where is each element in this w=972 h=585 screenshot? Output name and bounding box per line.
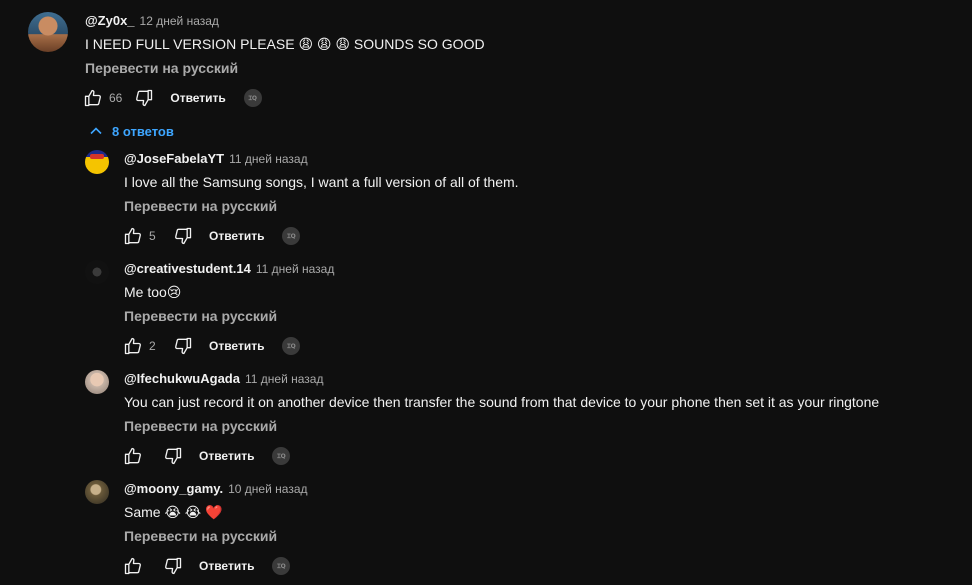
comments-section: @Zy0x_ 12 дней назад I NEED FULL VERSION…	[0, 0, 972, 585]
reply-button[interactable]: Ответить	[199, 559, 254, 573]
comment-actions: Ответить ꞮQ	[121, 444, 291, 468]
thumbs-down-icon[interactable]	[171, 224, 195, 248]
comment-author[interactable]: @IfechukwuAgada	[124, 371, 240, 386]
avatar[interactable]	[28, 12, 68, 52]
replies-count-label: 8 ответов	[112, 123, 174, 139]
comment-header: @moony_gamy. 10 дней назад	[124, 481, 308, 496]
translate-link[interactable]: Перевести на русский	[124, 528, 277, 544]
translate-link[interactable]: Перевести на русский	[124, 418, 277, 434]
thumbs-down-icon[interactable]	[132, 86, 156, 110]
comment-time[interactable]: 11 дней назад	[245, 372, 323, 386]
comment-actions: 66 Ответить ꞮQ	[81, 86, 262, 110]
like-count: 5	[149, 229, 156, 243]
comment-header: @IfechukwuAgada 11 дней назад	[124, 371, 323, 386]
avatar[interactable]	[85, 480, 109, 504]
comment-text: I NEED FULL VERSION PLEASE 😩 😩 😩 SOUNDS …	[85, 36, 485, 52]
translate-link[interactable]: Перевести на русский	[124, 198, 277, 214]
comment-header: @JoseFabelaYT 11 дней назад	[124, 151, 308, 166]
translate-link[interactable]: Перевести на русский	[85, 60, 238, 76]
avatar[interactable]	[85, 260, 109, 284]
comment-time[interactable]: 11 дней назад	[256, 262, 334, 276]
creator-badge-icon: ꞮQ	[282, 337, 301, 355]
thumbs-down-icon[interactable]	[171, 334, 195, 358]
comment-text: Me too😢	[124, 284, 182, 300]
creator-badge-icon: ꞮQ	[272, 447, 291, 465]
comment-time[interactable]: 12 дней назад	[140, 14, 219, 28]
thumbs-down-icon[interactable]	[161, 444, 185, 468]
reply-button[interactable]: Ответить	[199, 449, 254, 463]
replies-toggle-button[interactable]: 8 ответов	[88, 123, 174, 139]
thumbs-up-icon[interactable]	[121, 334, 145, 358]
reply-button[interactable]: Ответить	[170, 91, 225, 105]
comment-text: Same 😭 😭 ❤️	[124, 504, 223, 520]
thumbs-up-icon[interactable]	[121, 554, 145, 578]
creator-badge-icon: ꞮQ	[243, 89, 262, 107]
avatar[interactable]	[85, 370, 109, 394]
thumbs-up-icon[interactable]	[121, 444, 145, 468]
like-count: 2	[149, 339, 156, 353]
comment-time[interactable]: 10 дней назад	[228, 482, 307, 496]
comment-actions: Ответить ꞮQ	[121, 554, 291, 578]
creator-badge-icon: ꞮQ	[272, 557, 291, 575]
comment-header: @Zy0x_ 12 дней назад	[85, 13, 219, 28]
translate-link[interactable]: Перевести на русский	[124, 308, 277, 324]
avatar[interactable]	[85, 150, 109, 174]
comment-actions: 2 Ответить ꞮQ	[121, 334, 301, 358]
creator-badge-icon: ꞮQ	[282, 227, 301, 245]
like-count: 66	[109, 91, 123, 105]
thumbs-up-icon[interactable]	[121, 224, 145, 248]
chevron-up-icon	[90, 127, 102, 135]
comment-text: I love all the Samsung songs, I want a f…	[124, 174, 519, 190]
thumbs-up-icon[interactable]	[81, 86, 105, 110]
comment-time[interactable]: 11 дней назад	[229, 152, 307, 166]
reply-button[interactable]: Ответить	[209, 229, 264, 243]
comment-author[interactable]: @moony_gamy.	[124, 481, 223, 496]
comment-author[interactable]: @Zy0x_	[85, 13, 135, 28]
comment-text: You can just record it on another device…	[124, 394, 880, 410]
comment-actions: 5 Ответить ꞮQ	[121, 224, 301, 248]
reply-button[interactable]: Ответить	[209, 339, 264, 353]
thumbs-down-icon[interactable]	[161, 554, 185, 578]
comment-author[interactable]: @creativestudent.14	[124, 261, 251, 276]
comment-author[interactable]: @JoseFabelaYT	[124, 151, 224, 166]
comment-header: @creativestudent.14 11 дней назад	[124, 261, 334, 276]
